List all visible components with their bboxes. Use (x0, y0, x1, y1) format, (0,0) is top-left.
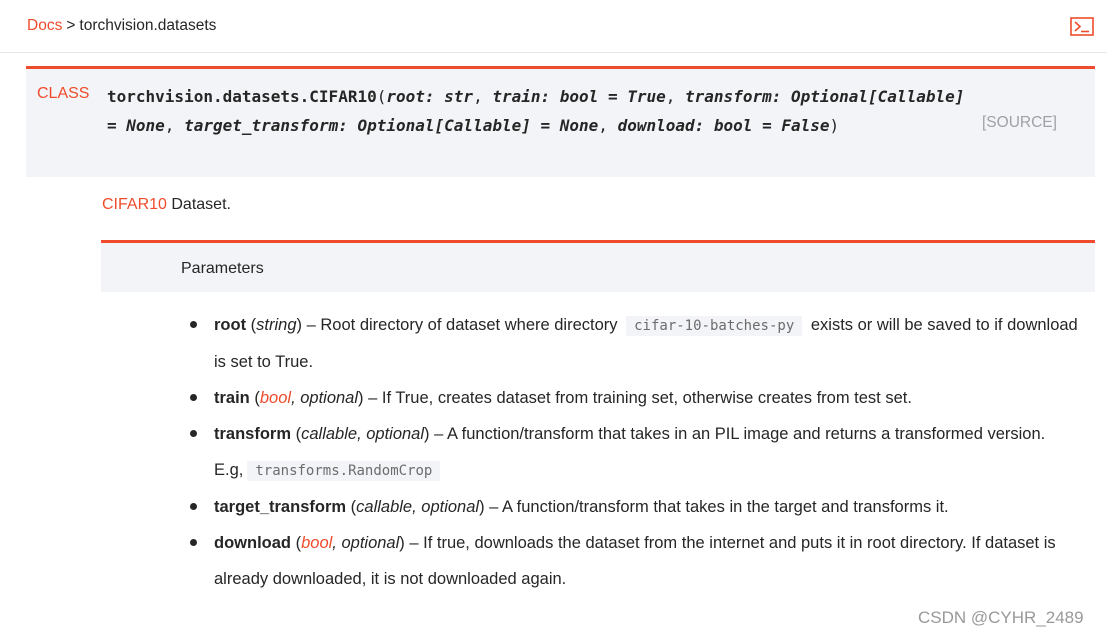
param-open-paren: ( (291, 425, 302, 443)
cifar10-link[interactable]: CIFAR10 (102, 196, 167, 213)
inline-code: cifar-10-batches-py (626, 316, 803, 336)
bullet-icon (190, 430, 197, 437)
param-name: transform (214, 425, 292, 443)
sig-comma: , (164, 116, 175, 135)
param-type-rest: , optional (291, 389, 359, 407)
param-name: target_transform (214, 498, 347, 516)
breadcrumb: Docs > torchvision.datasets (27, 17, 216, 35)
param-description: – If True, creates dataset from training… (363, 389, 912, 407)
param-description: – A function/transform that takes in the… (484, 498, 949, 516)
param-name: download (214, 534, 291, 552)
param-description: – Root directory of dataset where direct… (302, 316, 623, 334)
param-type-rest: , optional (332, 534, 400, 552)
bullet-icon (190, 539, 197, 546)
sig-comma: , (473, 87, 483, 106)
param-name: root (214, 316, 247, 334)
param-target-transform-sig: target_transform: Optional[Callable] = N… (184, 116, 599, 135)
class-keyword: CLASS (37, 85, 90, 102)
param-open-paren: ( (346, 498, 357, 516)
signature-text: torchvision.datasets.CIFAR10(root: str, … (107, 82, 967, 140)
breadcrumb-separator: > (66, 17, 76, 34)
sig-comma: , (598, 116, 608, 135)
param-train-sig: train: bool = True (492, 87, 666, 106)
bullet-icon (190, 503, 197, 510)
param-root-sig: root: str (386, 87, 474, 106)
signature-open-paren: ( (376, 87, 387, 106)
bullet-icon (190, 321, 197, 328)
class-name: torchvision.datasets.CIFAR10 (107, 87, 377, 106)
type-link-bool[interactable]: bool (301, 534, 332, 552)
param-download-sig: download: bool = False (617, 116, 830, 135)
param-name: train (214, 389, 250, 407)
parameters-header: Parameters (101, 240, 1095, 292)
param-open-paren: ( (246, 316, 257, 334)
top-bar: Docs > torchvision.datasets (0, 0, 1107, 53)
list-item: transform (callable, optional) – A funct… (190, 416, 1090, 489)
class-signature: CLASS torchvision.datasets.CIFAR10(root:… (26, 66, 1095, 177)
signature-close-paren: ) (829, 116, 840, 135)
bullet-icon (190, 394, 197, 401)
parameters-title: Parameters (181, 260, 264, 277)
list-item: train (bool, optional) – If True, create… (190, 380, 1090, 416)
breadcrumb-docs-link[interactable]: Docs (27, 17, 62, 34)
param-type: callable, optional (301, 425, 425, 443)
sig-comma: , (665, 87, 676, 106)
list-item: target_transform (callable, optional) – … (190, 489, 1090, 525)
source-link[interactable]: [SOURCE] (982, 114, 1057, 132)
param-type: string (256, 316, 297, 334)
list-item: root (string) – Root directory of datase… (190, 307, 1090, 380)
param-open-paren: ( (291, 534, 302, 552)
param-open-paren: ( (249, 389, 260, 407)
class-description: CIFAR10 Dataset. (102, 196, 231, 214)
terminal-icon[interactable] (1070, 17, 1094, 36)
watermark: CSDN @CYHR_2489 (918, 608, 1084, 627)
description-text: Dataset. (166, 196, 231, 213)
type-link-bool[interactable]: bool (260, 389, 291, 407)
param-type: callable, optional (356, 498, 480, 516)
list-item: download (bool, optional) – If true, dow… (190, 525, 1090, 597)
inline-code: transforms.RandomCrop (247, 461, 441, 481)
param-type: bool, optional (301, 534, 399, 552)
param-type: bool, optional (260, 389, 358, 407)
parameter-list: root (string) – Root directory of datase… (190, 307, 1090, 597)
breadcrumb-current: torchvision.datasets (79, 17, 217, 34)
